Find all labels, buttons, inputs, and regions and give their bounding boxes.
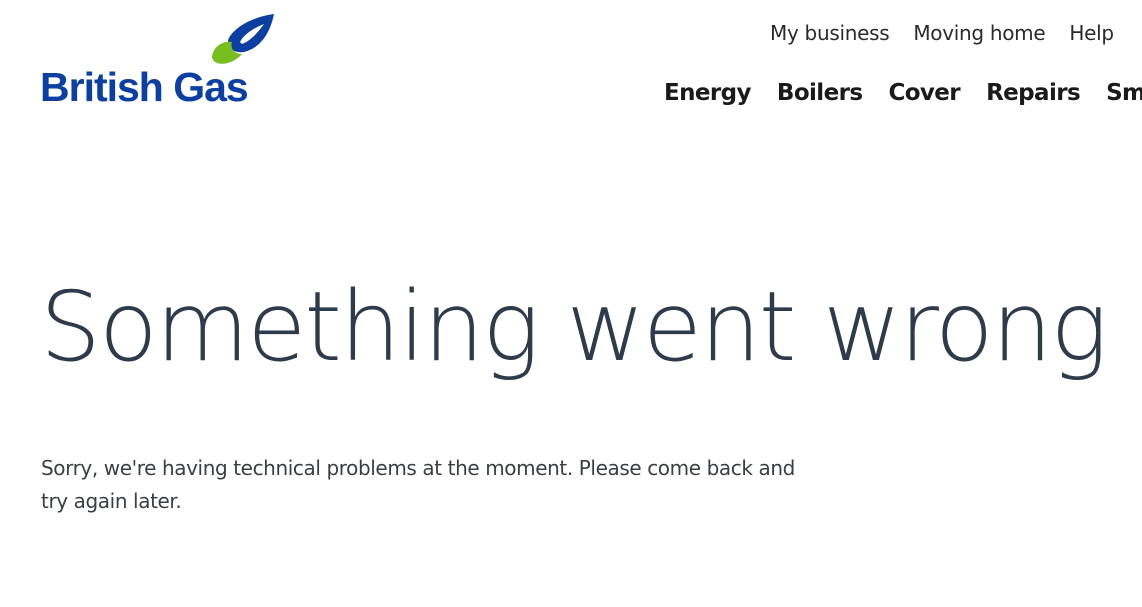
main-nav-repairs[interactable]: Repairs	[986, 80, 1081, 106]
main-nav: Energy Boilers Cover Repairs Sm	[664, 80, 1142, 106]
util-nav-help[interactable]: Help	[1069, 21, 1114, 45]
main-nav-energy[interactable]: Energy	[664, 80, 751, 106]
util-nav-my-business[interactable]: My business	[770, 21, 890, 45]
main-nav-cover[interactable]: Cover	[888, 80, 960, 106]
error-title: Something went wrong	[40, 271, 1108, 383]
main-nav-smart[interactable]: Sm	[1106, 80, 1142, 106]
page: British Gas My business Moving home Help E…	[0, 0, 1142, 607]
brand-name: British Gas	[40, 64, 249, 110]
flame-icon	[212, 14, 274, 64]
utility-nav: My business Moving home Help	[770, 21, 1138, 45]
brand-logo[interactable]: British Gas	[40, 12, 280, 108]
error-message: Sorry, we're having technical problems a…	[41, 456, 795, 513]
util-nav-moving-home[interactable]: Moving home	[913, 21, 1045, 45]
main-nav-boilers[interactable]: Boilers	[777, 80, 863, 106]
